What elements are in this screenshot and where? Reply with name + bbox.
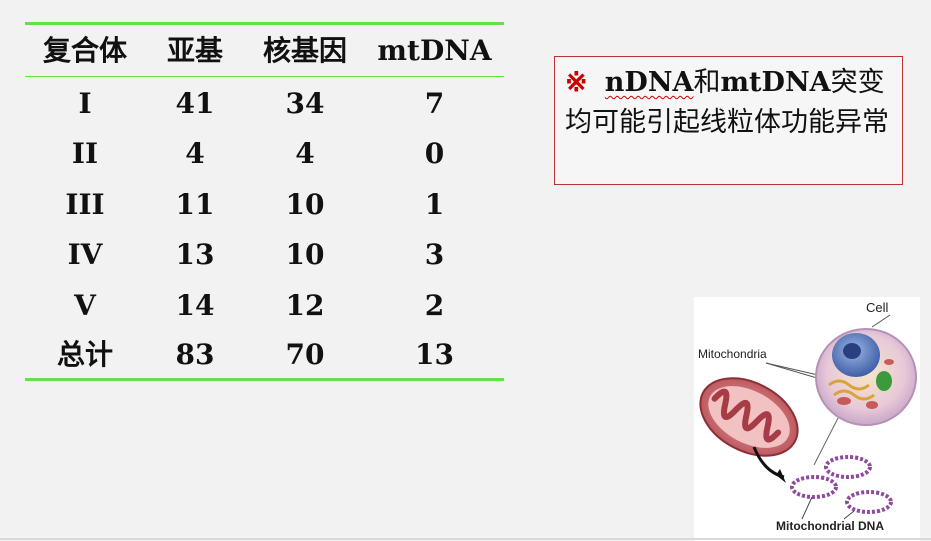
table-cell: 10 [285, 188, 325, 221]
table-cell: 1 [424, 188, 445, 221]
reference-mark-icon: ※ [565, 67, 588, 98]
mitochondrial-dna-label: Mitochondrial DNA [776, 519, 884, 533]
table-cell: 34 [285, 87, 325, 120]
table-header-rule [25, 76, 504, 77]
table-cell: 13 [175, 238, 215, 271]
cell-label: Cell [866, 300, 889, 315]
table-cell: III [65, 188, 105, 221]
table-cell: 3 [424, 238, 445, 271]
table-row: IV 13 10 3 [25, 230, 504, 280]
header-cell: 核基因 [262, 34, 347, 67]
ndna-term: nDNA [604, 67, 694, 98]
mitochondrion-icon [699, 377, 799, 457]
table-row: V 14 12 2 [25, 281, 504, 331]
table-cell: 13 [415, 338, 454, 371]
table-cell: 83 [175, 338, 215, 371]
cell-icon [815, 328, 917, 426]
table-row: I 41 34 7 [25, 79, 504, 129]
note-box: ※ nDNA和mtDNA突变均可能引起线粒体功能异常 [554, 56, 903, 185]
table-cell: 41 [175, 87, 215, 120]
table-total-row: 总计 83 70 13 [25, 330, 504, 380]
header-cell: 复合体 [42, 34, 127, 67]
header-cell: 亚基 [166, 34, 223, 67]
cell-mitochondria-illustration [699, 314, 917, 520]
table-cell: V [74, 289, 96, 322]
table-cell: 11 [175, 188, 215, 221]
table-cell: I [78, 87, 92, 120]
slide: 复合体 亚基 核基因 mtDNA I 41 34 7 II 4 4 0 III … [0, 0, 931, 541]
header-cell: mtDNA [377, 34, 492, 67]
table-row: III 11 10 1 [25, 180, 504, 230]
mitochondria-label: Mitochondria [698, 347, 767, 361]
note-conjunction: 和 [693, 67, 721, 98]
table-cell: 7 [424, 87, 445, 120]
slide-bottom-border [0, 538, 931, 540]
mtdna-ring-icon [790, 455, 893, 514]
table-cell: 14 [175, 289, 215, 322]
table-row: II 4 4 0 [25, 129, 504, 179]
table-cell: 12 [285, 289, 325, 322]
table-cell: 10 [285, 238, 325, 271]
table-cell: IV [67, 238, 103, 271]
table-cell: 2 [424, 289, 445, 322]
table-cell: II [71, 137, 99, 170]
table-cell: 70 [285, 338, 325, 371]
table-top-rule [25, 22, 504, 25]
mitochondria-figure: Cell Mitochondria Mitochondrial DNA [694, 297, 920, 541]
table-header-row: 复合体 亚基 核基因 mtDNA [25, 26, 504, 76]
table-cell: 4 [185, 137, 205, 170]
table-cell: 0 [424, 137, 445, 170]
table-cell: 4 [295, 137, 315, 170]
mtdna-term: mtDNA [720, 67, 831, 98]
table-cell: 总计 [56, 338, 113, 371]
